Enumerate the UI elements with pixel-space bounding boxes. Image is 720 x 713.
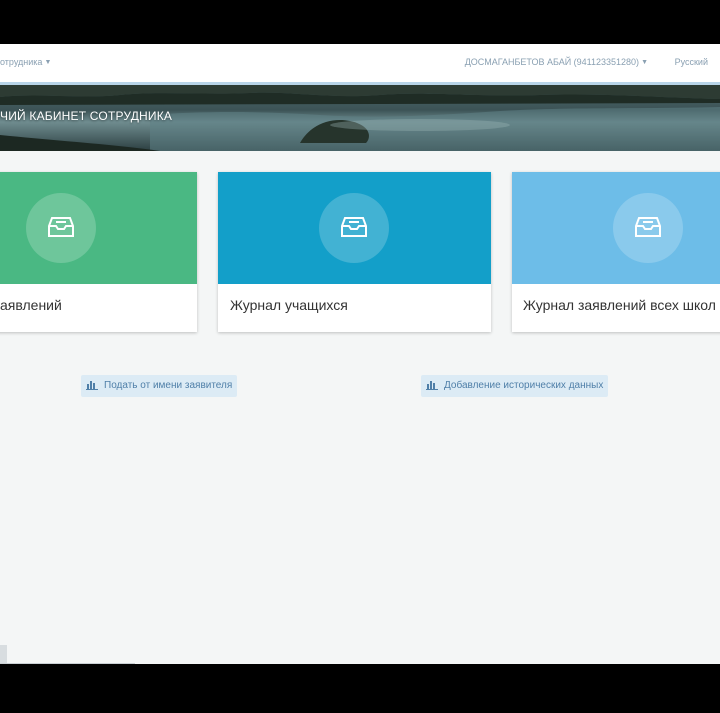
caret-down-icon: ▼ <box>641 59 648 66</box>
language-selector[interactable]: Русский <box>675 57 708 67</box>
employee-menu-label: отрудника <box>0 57 43 67</box>
card-label: аявлений <box>0 297 62 313</box>
caret-down-icon: ▼ <box>44 59 52 66</box>
app-screen: отрудника ▼ ДОСМАГАНБЕТОВ АБАЙ (941123351… <box>0 44 720 664</box>
add-historical-data-button[interactable]: Добавление исторических данных <box>421 375 609 397</box>
header-banner: ЧИЙ КАБИНЕТ СОТРУДНИКА <box>0 85 720 151</box>
page-title: ЧИЙ КАБИНЕТ СОТРУДНИКА <box>0 109 173 123</box>
card-students-journal[interactable]: Журнал учащихся <box>218 172 491 332</box>
top-navbar: отрудника ▼ ДОСМАГАНБЕТОВ АБАЙ (941123351… <box>0 44 720 83</box>
card-header <box>512 172 720 284</box>
card-all-schools-applications[interactable]: Журнал заявлений всех школ <box>512 172 720 332</box>
employee-menu-dropdown[interactable]: отрудника ▼ <box>0 57 51 67</box>
card-label: Журнал заявлений всех школ <box>523 297 716 313</box>
card-label: Журнал учащихся <box>230 297 348 313</box>
card-header <box>218 172 491 284</box>
inbox-icon <box>48 217 74 237</box>
bar-chart-icon <box>426 381 438 390</box>
bar-chart-icon <box>86 381 98 390</box>
inbox-icon <box>341 217 367 237</box>
icon-circle <box>319 193 389 263</box>
card-header <box>0 172 197 284</box>
add-historical-data-label: Добавление исторических данных <box>444 380 604 391</box>
card-applications-journal[interactable]: аявлений <box>0 172 197 332</box>
user-menu-dropdown[interactable]: ДОСМАГАНБЕТОВ АБАЙ (941123351280) ▼ <box>465 57 648 67</box>
horizontal-scrollbar[interactable] <box>0 663 135 664</box>
icon-circle <box>26 193 96 263</box>
submit-on-behalf-button[interactable]: Подать от имени заявителя <box>81 375 238 397</box>
inbox-icon <box>635 217 661 237</box>
icon-circle <box>613 193 683 263</box>
submit-on-behalf-label: Подать от имени заявителя <box>104 380 233 391</box>
scroll-corner <box>0 645 7 664</box>
user-name: ДОСМАГАНБЕТОВ АБАЙ (941123351280) <box>464 57 640 67</box>
